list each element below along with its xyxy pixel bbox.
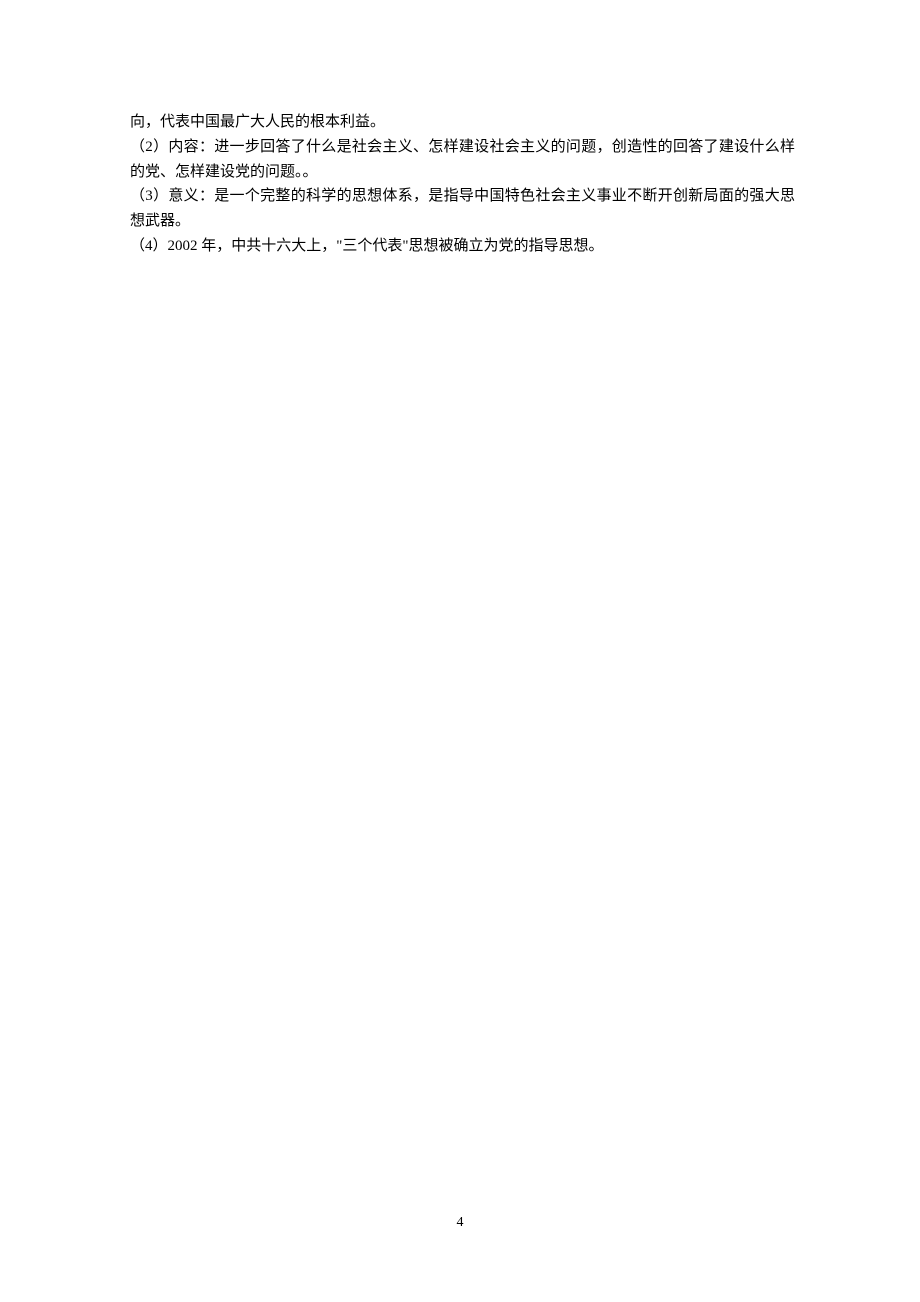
- document-body: 向，代表中国最广大人民的根本利益。 （2）内容：进一步回答了什么是社会主义、怎样…: [0, 0, 920, 259]
- paragraph-continuation: 向，代表中国最广大人民的根本利益。: [130, 110, 795, 135]
- paragraph-point-4: （4）2002 年，中共十六大上，"三个代表"思想被确立为党的指导思想。: [130, 234, 795, 259]
- paragraph-point-3: （3）意义：是一个完整的科学的思想体系，是指导中国特色社会主义事业不断开创新局面…: [130, 184, 795, 234]
- paragraph-point-2: （2）内容：进一步回答了什么是社会主义、怎样建设社会主义的问题，创造性的回答了建…: [130, 135, 795, 185]
- page-number: 4: [0, 1211, 920, 1234]
